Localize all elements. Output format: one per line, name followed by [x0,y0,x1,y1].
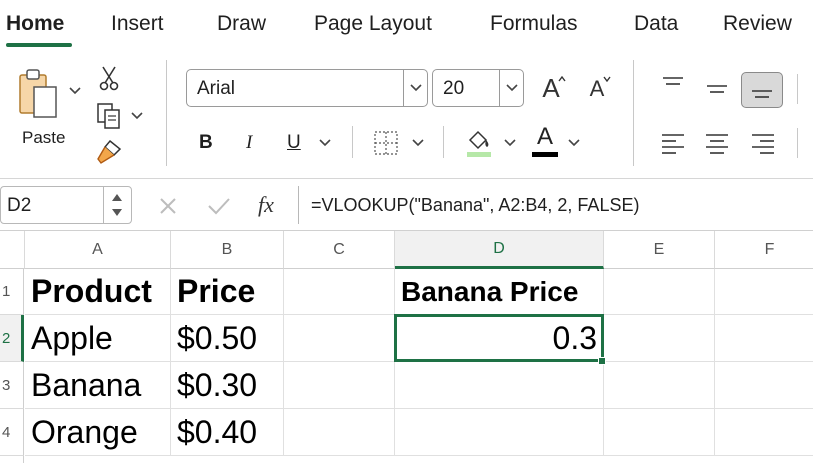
cell-e1[interactable] [604,269,715,315]
decrease-font-size-button[interactable]: A [582,72,612,106]
cell-b4[interactable]: $0.40 [171,409,284,456]
name-box-stepper[interactable] [103,187,131,223]
column-header-c[interactable]: C [284,231,395,269]
font-color-letter: A [536,123,553,150]
cancel-formula-icon[interactable] [155,193,181,219]
formula-input[interactable]: =VLOOKUP("Banana", A2:B4, 2, FALSE) [298,186,813,224]
font-color-icon[interactable]: A [530,124,560,158]
italic-button[interactable]: I [246,132,252,154]
cell-a4[interactable]: Orange [25,409,171,456]
name-box-value: D2 [7,195,32,216]
fill-color-dropdown-chevron-icon[interactable] [503,136,517,150]
column-header-f[interactable]: F [715,231,813,269]
cell-c1[interactable] [284,269,395,315]
paste-icon[interactable] [12,66,68,122]
row-header-3[interactable]: 3 [0,362,24,409]
font-color-swatch [532,152,558,157]
cell-d2[interactable]: 0.3 [395,315,604,362]
ribbon-divider [633,60,634,166]
align-right-icon[interactable] [748,130,778,156]
row-header-5[interactable] [0,456,24,463]
underline-button[interactable]: U [287,132,301,154]
ribbon-divider [797,128,798,158]
tab-review[interactable]: Review [723,12,792,36]
name-box[interactable]: D2 [0,186,132,224]
font-color-dropdown-chevron-icon[interactable] [567,136,581,150]
worksheet-grid: A B C D E F 1 2 3 4 Product Price Banana… [0,231,813,463]
active-tab-indicator [6,43,72,47]
paste-dropdown-chevron-icon[interactable] [68,84,82,98]
ribbon-divider [443,126,444,158]
cell-f3[interactable] [715,362,813,409]
cell-a1[interactable]: Product [25,269,171,315]
column-header-b[interactable]: B [171,231,284,269]
formula-text: =VLOOKUP("Banana", A2:B4, 2, FALSE) [311,195,640,215]
column-header-d[interactable]: D [395,231,604,269]
cell-e4[interactable] [604,409,715,456]
align-left-icon[interactable] [658,130,688,156]
borders-dropdown-chevron-icon[interactable] [411,136,425,150]
font-size-select[interactable]: 20 [432,69,524,107]
cell-c3[interactable] [284,362,395,409]
cell-e3[interactable] [604,362,715,409]
ribbon-divider [352,126,353,158]
copy-dropdown-chevron-icon[interactable] [130,109,144,123]
tab-draw[interactable]: Draw [217,12,266,36]
format-painter-icon[interactable] [94,138,124,166]
tab-page-layout[interactable]: Page Layout [314,12,432,36]
tab-home[interactable]: Home [6,12,64,36]
align-top-icon[interactable] [660,72,686,98]
cell-f1[interactable] [715,269,813,315]
font-name-value: Arial [197,78,236,99]
cell-d1[interactable]: Banana Price [395,269,604,315]
cell-a2[interactable]: Apple [25,315,171,362]
font-size-value: 20 [443,78,465,99]
paste-button-label[interactable]: Paste [22,128,65,148]
fill-handle[interactable] [598,357,606,365]
row-header-2[interactable]: 2 [0,315,24,362]
cell-b2[interactable]: $0.50 [171,315,284,362]
cell-a3[interactable]: Banana [25,362,171,409]
insert-function-icon[interactable]: fx [258,192,274,218]
ribbon-divider [797,74,798,104]
chevron-down-icon[interactable] [499,70,523,106]
select-all-corner[interactable] [0,231,25,269]
align-bottom-icon[interactable] [741,72,783,108]
align-center-icon[interactable] [702,130,732,156]
tab-data[interactable]: Data [634,12,678,36]
row-header-1[interactable]: 1 [0,269,24,315]
cell-b3[interactable]: $0.30 [171,362,284,409]
tab-insert[interactable]: Insert [111,12,164,36]
copy-icon[interactable] [94,101,124,131]
cell-c4[interactable] [284,409,395,456]
tab-formulas[interactable]: Formulas [490,12,578,36]
cell-d3[interactable] [395,362,604,409]
cell-e2[interactable] [604,315,715,362]
chevron-down-icon[interactable] [403,70,427,106]
row-header-4[interactable]: 4 [0,409,24,456]
underline-dropdown-chevron-icon[interactable] [318,136,332,150]
cell-f4[interactable] [715,409,813,456]
column-header-a[interactable]: A [25,231,171,269]
fill-color-icon[interactable] [463,125,495,159]
increase-font-size-button[interactable]: A [535,70,567,106]
cell-c2[interactable] [284,315,395,362]
cell-f2[interactable] [715,315,813,362]
cell-b1[interactable]: Price [171,269,284,315]
borders-icon[interactable] [371,128,401,158]
bold-button[interactable]: B [199,132,213,154]
font-name-select[interactable]: Arial [186,69,428,107]
cell-d4[interactable] [395,409,604,456]
align-middle-icon[interactable] [704,76,730,102]
ribbon-tabs: Home Insert Draw Page Layout Formulas Da… [0,0,813,50]
cut-icon[interactable] [96,64,122,92]
column-header-e[interactable]: E [604,231,715,269]
confirm-formula-icon[interactable] [204,193,234,219]
ribbon-divider [166,60,167,166]
